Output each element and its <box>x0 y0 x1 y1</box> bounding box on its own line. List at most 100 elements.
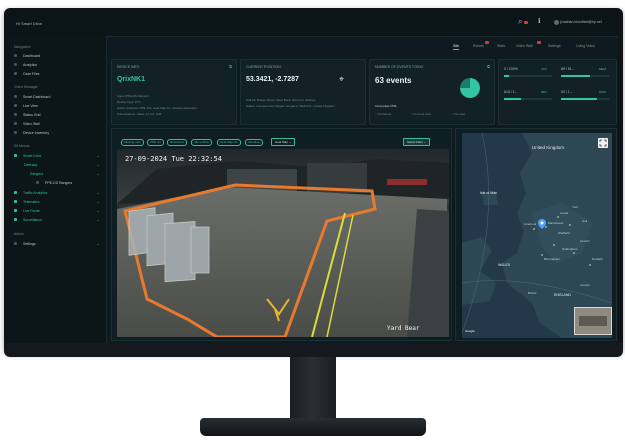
sidebar-item-label: Settings <box>23 241 36 246</box>
sidebar-item-label: Device Inventory <box>23 130 50 135</box>
sidebar-item-video-wall[interactable]: Video Wall <box>14 120 102 127</box>
map-label-region: WALES <box>498 263 511 267</box>
heat-map-dropdown[interactable]: Heat Map ⌄ <box>271 138 296 146</box>
map-town: Nottingham <box>562 247 578 251</box>
fullscreen-button[interactable] <box>598 138 608 148</box>
sidebar-item-settings[interactable]: Settings ⌄ <box>14 240 102 247</box>
legend-label: No hi-vis vest <box>412 112 431 116</box>
map-attribution: Google <box>465 329 475 333</box>
sidebar-item-traffic-analytics[interactable]: Traffic Analytics ⌄ <box>14 189 102 196</box>
select-filter-dropdown[interactable]: Select Filter ⌄ <box>403 138 431 146</box>
status-icon <box>14 113 17 116</box>
expand-icon[interactable]: ⧉ <box>487 64 490 69</box>
tab-settings[interactable]: Settings <box>548 44 561 48</box>
video-timestamp: 27-09-2024 Tue 22:32:54 <box>125 155 222 163</box>
info-icon[interactable]: ℹ <box>538 17 541 25</box>
chevron-down-icon: ⌄ <box>96 208 100 213</box>
sidebar-item-smart-drive[interactable]: Smart Drive ⌄ <box>14 152 102 159</box>
stat-tag: MEM <box>599 67 606 71</box>
expand-icon[interactable]: ⧉ <box>229 64 232 69</box>
filter-pill[interactable]: Missing vest <box>121 139 144 146</box>
avatar[interactable] <box>554 20 559 25</box>
tab-badge <box>537 41 541 44</box>
map-town: Manchester <box>548 221 564 225</box>
sidebar-item-analytics[interactable]: Analytics <box>14 61 102 68</box>
traffic-icon <box>14 191 17 194</box>
map-town: Leeds <box>560 211 569 215</box>
map-town: York <box>572 205 578 209</box>
sidebar-item-device-inventory[interactable]: Device Inventory <box>14 129 102 136</box>
camera-icon <box>14 104 17 107</box>
user-email[interactable]: jonathan.blomfield@hp.net <box>560 20 602 24</box>
stat-value: 0 / 100% <box>504 67 518 71</box>
sidebar-section-title: Sit Menus <box>14 144 30 148</box>
chevron-down-icon: ⌄ <box>96 162 100 167</box>
sidebar-item-dashboard[interactable]: Dashboard <box>14 52 102 59</box>
net-bar <box>504 98 552 100</box>
chevron-down-icon: ⌄ <box>96 171 100 176</box>
events-pie-chart <box>460 78 480 98</box>
map-label-isle: Isle of Man <box>480 191 498 195</box>
video-wall-icon <box>14 122 17 125</box>
dropdown-label: Heat Map <box>275 140 289 144</box>
sidebar-section-title: Video Manager <box>14 85 38 89</box>
tab-events[interactable]: Events <box>473 44 484 48</box>
map-town: Birmingham <box>544 257 561 261</box>
filter-pill[interactable]: Restricted <box>167 139 187 146</box>
filter-pill[interactable]: Heat Map vis <box>217 139 241 146</box>
card-line: Hall 20, Bridge Street, West Bank, Runco… <box>246 98 317 102</box>
card-line: Agent PPE-DS Rangers <box>117 94 150 98</box>
top-bar: HI Smart Drive ⌕ ℹ jonathan.blomfield@hp… <box>8 11 618 37</box>
card-title: CURRENT POSITION <box>246 65 281 69</box>
stat-value: 92 / 1... <box>561 90 573 94</box>
folder-icon <box>14 72 17 75</box>
location-pin-icon[interactable]: ⌖ <box>339 74 344 85</box>
sidebar-item-telematics[interactable]: Telematics ⌄ <box>14 198 102 205</box>
sidebar-item-label: Telematics <box>23 199 40 204</box>
chevron-down-icon: ⌄ <box>96 199 100 204</box>
sidebar-item-live-view[interactable]: Live View <box>14 102 102 109</box>
device-id: QrixNK1 <box>117 76 146 83</box>
filter-pill[interactable]: Idle vehicle <box>191 139 213 146</box>
sidebar-item-live-route[interactable]: Live Route ⌄ <box>14 207 102 214</box>
sidebar-item-smart-dashboard[interactable]: Smart Dashboard <box>14 93 102 100</box>
sidebar-item-status-grid[interactable]: Status Grid <box>14 111 102 118</box>
sidebar-item-label: PPE-DS Rangers <box>45 180 73 185</box>
dashboard-icon <box>14 54 17 57</box>
filter-pill[interactable]: PPE vio <box>147 139 164 146</box>
tab-living-video[interactable]: Living Video <box>576 44 595 48</box>
sidebar-item-deeraay[interactable]: Deeraay ⌄ <box>24 161 102 168</box>
chevron-down-icon: ⌄ <box>96 190 100 195</box>
camera-thumbnail[interactable] <box>574 307 612 335</box>
sidebar-item-label: Traffic Analytics <box>23 190 48 195</box>
location-marker-icon[interactable] <box>538 219 546 229</box>
search-icon[interactable]: ⌕ <box>518 17 522 27</box>
sidebar-item-label: Live Route <box>23 208 40 213</box>
map-town: Sheffield <box>558 231 570 235</box>
map-town: Lincoln <box>580 239 590 243</box>
sidebar-item-case-files[interactable]: Case Files <box>14 70 102 77</box>
coordinates: 53.3421, -2.7287 <box>246 76 299 83</box>
map-label-country: United Kingdom <box>532 145 565 150</box>
tab-site[interactable]: Site <box>453 44 460 50</box>
chevron-down-icon: ⌄ <box>96 153 100 158</box>
tab-stats[interactable]: Stats <box>497 44 505 48</box>
sidebar-item-label: Video Wall <box>23 121 40 126</box>
tab-video-wall[interactable]: Video Wall <box>516 44 533 48</box>
events-subtitle: Incomplete PPE <box>375 104 397 108</box>
sidebar-item-ppe-ds-rangers[interactable]: PPE-DS Rangers <box>36 179 102 186</box>
events-card: NUMBER OF EVENTS TODAY ⧉ 63 events Incom… <box>369 59 495 125</box>
legend-item: ○ No helmet <box>375 112 392 116</box>
sidebar-item-rangers[interactable]: Rangers ⌄ <box>30 170 102 177</box>
map[interactable]: United Kingdom Isle of Man Liverpool Man… <box>462 133 612 338</box>
chevron-down-icon: ⌄ <box>96 241 100 246</box>
analytics-icon <box>14 63 17 66</box>
filter-pill[interactable]: Intruding <box>245 139 263 146</box>
sidebar-section-title: Navigation <box>14 45 31 49</box>
sidebar-item-surveillance[interactable]: Surveillance ⌄ <box>14 216 102 223</box>
card-line: Halton, Liverpool City Region, England, … <box>246 104 335 108</box>
sidebar-item-label: Analytics <box>23 62 38 67</box>
app-title: HI Smart Drive <box>16 21 43 26</box>
camera-feed[interactable]: 27-09-2024 Tue 22:32:54 Yard Bear <box>117 149 449 337</box>
card-title: NUMBER OF EVENTS TODAY <box>375 65 424 69</box>
